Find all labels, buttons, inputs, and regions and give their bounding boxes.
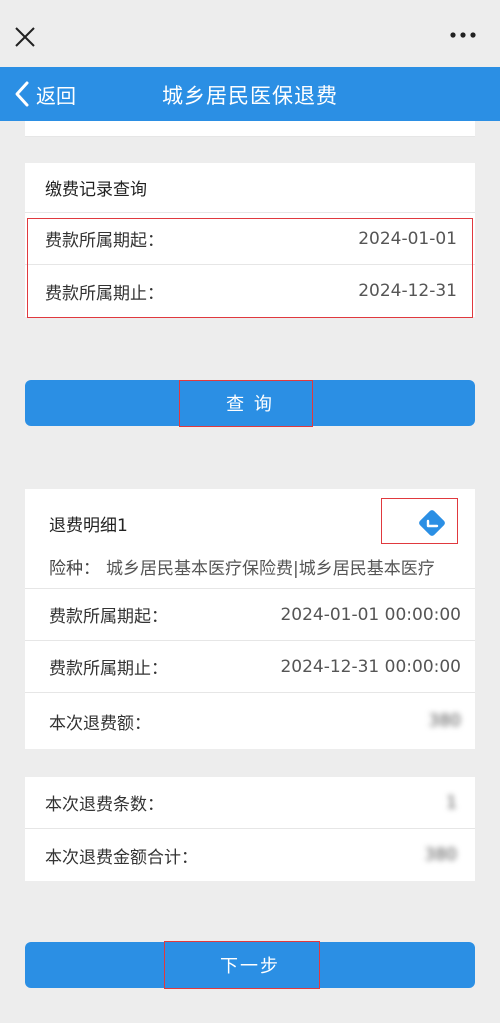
detail-amount-label: 本次退费额：: [49, 713, 151, 734]
query-card: 缴费记录查询 费款所属期起： 2024-01-01 费款所属期止： 2024-1…: [25, 163, 475, 317]
query-card-title: 缴费记录查询: [25, 163, 475, 213]
query-start-row[interactable]: 费款所属期起： 2024-01-01: [25, 213, 475, 265]
insurance-type-row: 险种： 城乡居民基本医疗保险费|城乡居民基本医疗: [25, 545, 475, 589]
detail-start-row: 费款所属期起： 2024-01-01 00:00:00: [25, 589, 475, 641]
query-end-row[interactable]: 费款所属期止： 2024-12-31: [25, 265, 475, 317]
query-button[interactable]: 查 询: [25, 380, 475, 426]
refund-total-label: 本次退费金额合计：: [45, 847, 198, 868]
query-end-value[interactable]: 2024-12-31: [358, 281, 457, 301]
insurance-type-label: 险种：: [49, 559, 100, 579]
nav-bar: 返回 城乡居民医保退费: [0, 67, 500, 121]
close-icon[interactable]: [14, 26, 36, 48]
detail-card-top: [25, 489, 475, 501]
next-step-button[interactable]: 下一步: [25, 942, 475, 988]
refund-detail-title: 退费明细1: [49, 515, 128, 536]
detail-start-value: 2024-01-01 00:00:00: [280, 604, 461, 625]
detail-amount-value: 380: [428, 711, 461, 731]
refund-count-label: 本次退费条数：: [45, 795, 164, 815]
more-dots-icon[interactable]: [450, 30, 476, 40]
detail-end-row: 费款所属期止： 2024-12-31 00:00:00: [25, 641, 475, 693]
query-start-value[interactable]: 2024-01-01: [358, 229, 457, 249]
query-start-label: 费款所属期起：: [45, 231, 164, 251]
previous-card-stub: [25, 121, 475, 137]
refund-detail-header: 退费明细1: [25, 501, 475, 545]
refund-count-row: 本次退费条数： 1: [25, 777, 475, 829]
collapse-diamond-icon[interactable]: [417, 508, 447, 538]
refund-count-value: 1: [446, 792, 457, 813]
page-title: 城乡居民医保退费: [162, 84, 338, 108]
detail-start-label: 费款所属期起：: [49, 607, 168, 627]
summary-card: 本次退费条数： 1 本次退费金额合计： 380: [25, 777, 475, 881]
detail-amount-row: 本次退费额： 380: [25, 693, 475, 749]
query-end-label: 费款所属期止：: [45, 283, 164, 304]
refund-total-row: 本次退费金额合计： 380: [25, 829, 475, 881]
insurance-type-value: 城乡居民基本医疗保险费|城乡居民基本医疗: [106, 559, 435, 579]
top-bar: [0, 0, 500, 67]
refund-total-value: 380: [424, 845, 457, 865]
detail-end-label: 费款所属期止：: [49, 659, 168, 679]
detail-end-value: 2024-12-31 00:00:00: [280, 656, 461, 677]
refund-detail-card: 退费明细1 险种： 城乡居民基本医疗保险费|城乡居民基本医疗 费款所属期起： 2…: [25, 501, 475, 749]
